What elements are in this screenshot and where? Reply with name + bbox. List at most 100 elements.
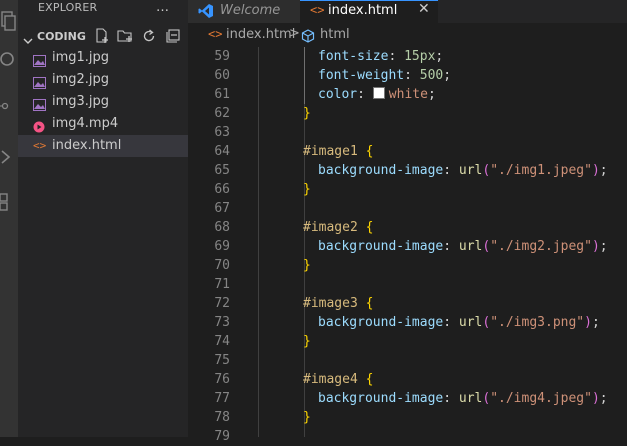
video-icon bbox=[33, 118, 46, 133]
file-name: img1.jpg bbox=[52, 50, 110, 65]
code-token: font-size bbox=[318, 49, 389, 64]
code-token: white bbox=[388, 87, 428, 102]
code-line[interactable]: 63 bbox=[188, 123, 627, 142]
code-token: ; bbox=[591, 315, 600, 330]
run-debug-icon[interactable] bbox=[0, 144, 18, 170]
explorer-sidebar: EXPLORER … CODING img1.jpg img2.jpg img3… bbox=[18, 0, 188, 437]
code-line[interactable]: 70} bbox=[188, 256, 627, 275]
code-token: ) bbox=[591, 239, 600, 254]
folder-name: CODING bbox=[37, 30, 86, 43]
line-number: 62 bbox=[214, 106, 230, 121]
code-text: background-image: url("./img3.png"); bbox=[318, 315, 600, 330]
code-line[interactable]: 65 background-image: url("./img1.jpeg"); bbox=[188, 161, 627, 180]
breadcrumb: <> index.html > html bbox=[188, 25, 627, 46]
file-name: img2.jpg bbox=[52, 72, 110, 87]
search-icon[interactable] bbox=[0, 48, 18, 74]
code-text: } bbox=[303, 182, 311, 197]
code-line[interactable]: 72 #image3 { bbox=[188, 294, 627, 313]
code-line[interactable]: 73 background-image: url("./img3.png"); bbox=[188, 313, 627, 332]
file-item-img3[interactable]: img3.jpg bbox=[18, 91, 188, 113]
explorer-icon[interactable] bbox=[0, 10, 18, 36]
code-token: } bbox=[303, 106, 311, 121]
code-token: font-weight bbox=[318, 68, 405, 83]
folder-section-header[interactable]: CODING bbox=[18, 25, 188, 47]
code-token: #image2 bbox=[303, 220, 358, 235]
code-line[interactable]: 74} bbox=[188, 332, 627, 351]
source-control-icon[interactable] bbox=[0, 92, 18, 118]
code-line[interactable]: 77 background-image: url("./img4.jpeg"); bbox=[188, 389, 627, 408]
code-text: #image2 { bbox=[303, 220, 373, 235]
line-number: 76 bbox=[214, 372, 230, 387]
code-text: #image4 { bbox=[303, 372, 373, 387]
code-token: : bbox=[404, 68, 420, 83]
code-line[interactable]: 75 bbox=[188, 351, 627, 370]
code-token: ; bbox=[599, 239, 608, 254]
more-actions-icon[interactable]: … bbox=[156, 0, 169, 15]
code-token: "./img3.png" bbox=[490, 315, 585, 330]
line-number: 68 bbox=[214, 220, 230, 235]
new-file-icon[interactable] bbox=[94, 28, 110, 44]
code-line[interactable]: 59 font-size: 15px; bbox=[188, 47, 627, 66]
code-token: #image3 bbox=[303, 296, 358, 311]
tab-welcome[interactable]: Welcome bbox=[188, 0, 300, 23]
file-item-img1[interactable]: img1.jpg bbox=[18, 47, 188, 69]
new-folder-icon[interactable] bbox=[117, 28, 133, 44]
line-number: 60 bbox=[214, 68, 230, 83]
breadcrumb-element[interactable]: html bbox=[320, 27, 350, 42]
code-token: #image4 bbox=[303, 372, 358, 387]
file-item-img4[interactable]: img4.mp4 bbox=[18, 113, 188, 135]
code-line[interactable]: 62} bbox=[188, 104, 627, 123]
code-editor[interactable]: 59 font-size: 15px; 60 font-weight: 500; 61 c… bbox=[188, 47, 627, 444]
element-cube-icon bbox=[301, 29, 315, 47]
code-token: ; bbox=[599, 391, 608, 406]
code-line[interactable]: 69 background-image: url("./img2.jpeg"); bbox=[188, 237, 627, 256]
code-token: #image1 bbox=[303, 144, 358, 159]
code-line[interactable]: 60 font-weight: 500; bbox=[188, 66, 627, 85]
code-text: font-size: 15px; bbox=[318, 49, 443, 64]
code-token: ; bbox=[435, 49, 444, 64]
code-token: 15px bbox=[404, 49, 436, 64]
code-line[interactable]: 78} bbox=[188, 408, 627, 427]
code-token: background-image bbox=[318, 239, 444, 254]
line-number: 75 bbox=[214, 353, 230, 368]
line-number: 69 bbox=[214, 239, 230, 254]
file-name: img4.mp4 bbox=[52, 116, 119, 131]
line-number: 67 bbox=[214, 201, 230, 216]
html-icon: <> bbox=[208, 27, 223, 41]
breadcrumb-file[interactable]: index.html bbox=[226, 27, 295, 42]
code-token: ) bbox=[584, 315, 592, 330]
code-line[interactable]: 67 bbox=[188, 199, 627, 218]
code-token: 500 bbox=[419, 68, 444, 83]
code-token: ) bbox=[591, 391, 600, 406]
code-text: } bbox=[303, 410, 311, 425]
file-item-index-html[interactable]: <> index.html bbox=[18, 135, 188, 157]
code-line[interactable]: 61 color: white; bbox=[188, 85, 627, 104]
file-item-img2[interactable]: img2.jpg bbox=[18, 69, 188, 91]
code-token: { bbox=[365, 220, 374, 235]
code-token: : bbox=[443, 163, 459, 178]
code-text: color: white; bbox=[318, 87, 436, 102]
line-number: 64 bbox=[214, 144, 230, 159]
code-line[interactable]: 76 #image4 { bbox=[188, 370, 627, 389]
editor-tabbar: Welcome <> index.html ✕ bbox=[188, 0, 627, 23]
code-line[interactable]: 71 bbox=[188, 275, 627, 294]
image-icon bbox=[33, 74, 46, 89]
code-token: "./img2.jpeg" bbox=[490, 239, 592, 254]
code-text: } bbox=[303, 258, 311, 273]
active-indent-guide bbox=[304, 47, 305, 104]
collapse-all-icon[interactable] bbox=[165, 28, 181, 44]
code-line[interactable]: 66} bbox=[188, 180, 627, 199]
close-icon[interactable]: ✕ bbox=[418, 1, 430, 17]
extensions-icon[interactable] bbox=[0, 190, 18, 216]
code-token: background-image bbox=[318, 315, 444, 330]
code-token: url bbox=[458, 163, 483, 178]
refresh-icon[interactable] bbox=[141, 28, 157, 44]
code-text: background-image: url("./img4.jpeg"); bbox=[318, 391, 608, 406]
tab-index-html[interactable]: <> index.html ✕ bbox=[300, 0, 438, 23]
code-line[interactable]: 64 #image1 { bbox=[188, 142, 627, 161]
code-token: ; bbox=[427, 87, 436, 102]
code-token: } bbox=[303, 410, 311, 425]
code-line[interactable]: 68 #image2 { bbox=[188, 218, 627, 237]
line-number: 70 bbox=[214, 258, 230, 273]
